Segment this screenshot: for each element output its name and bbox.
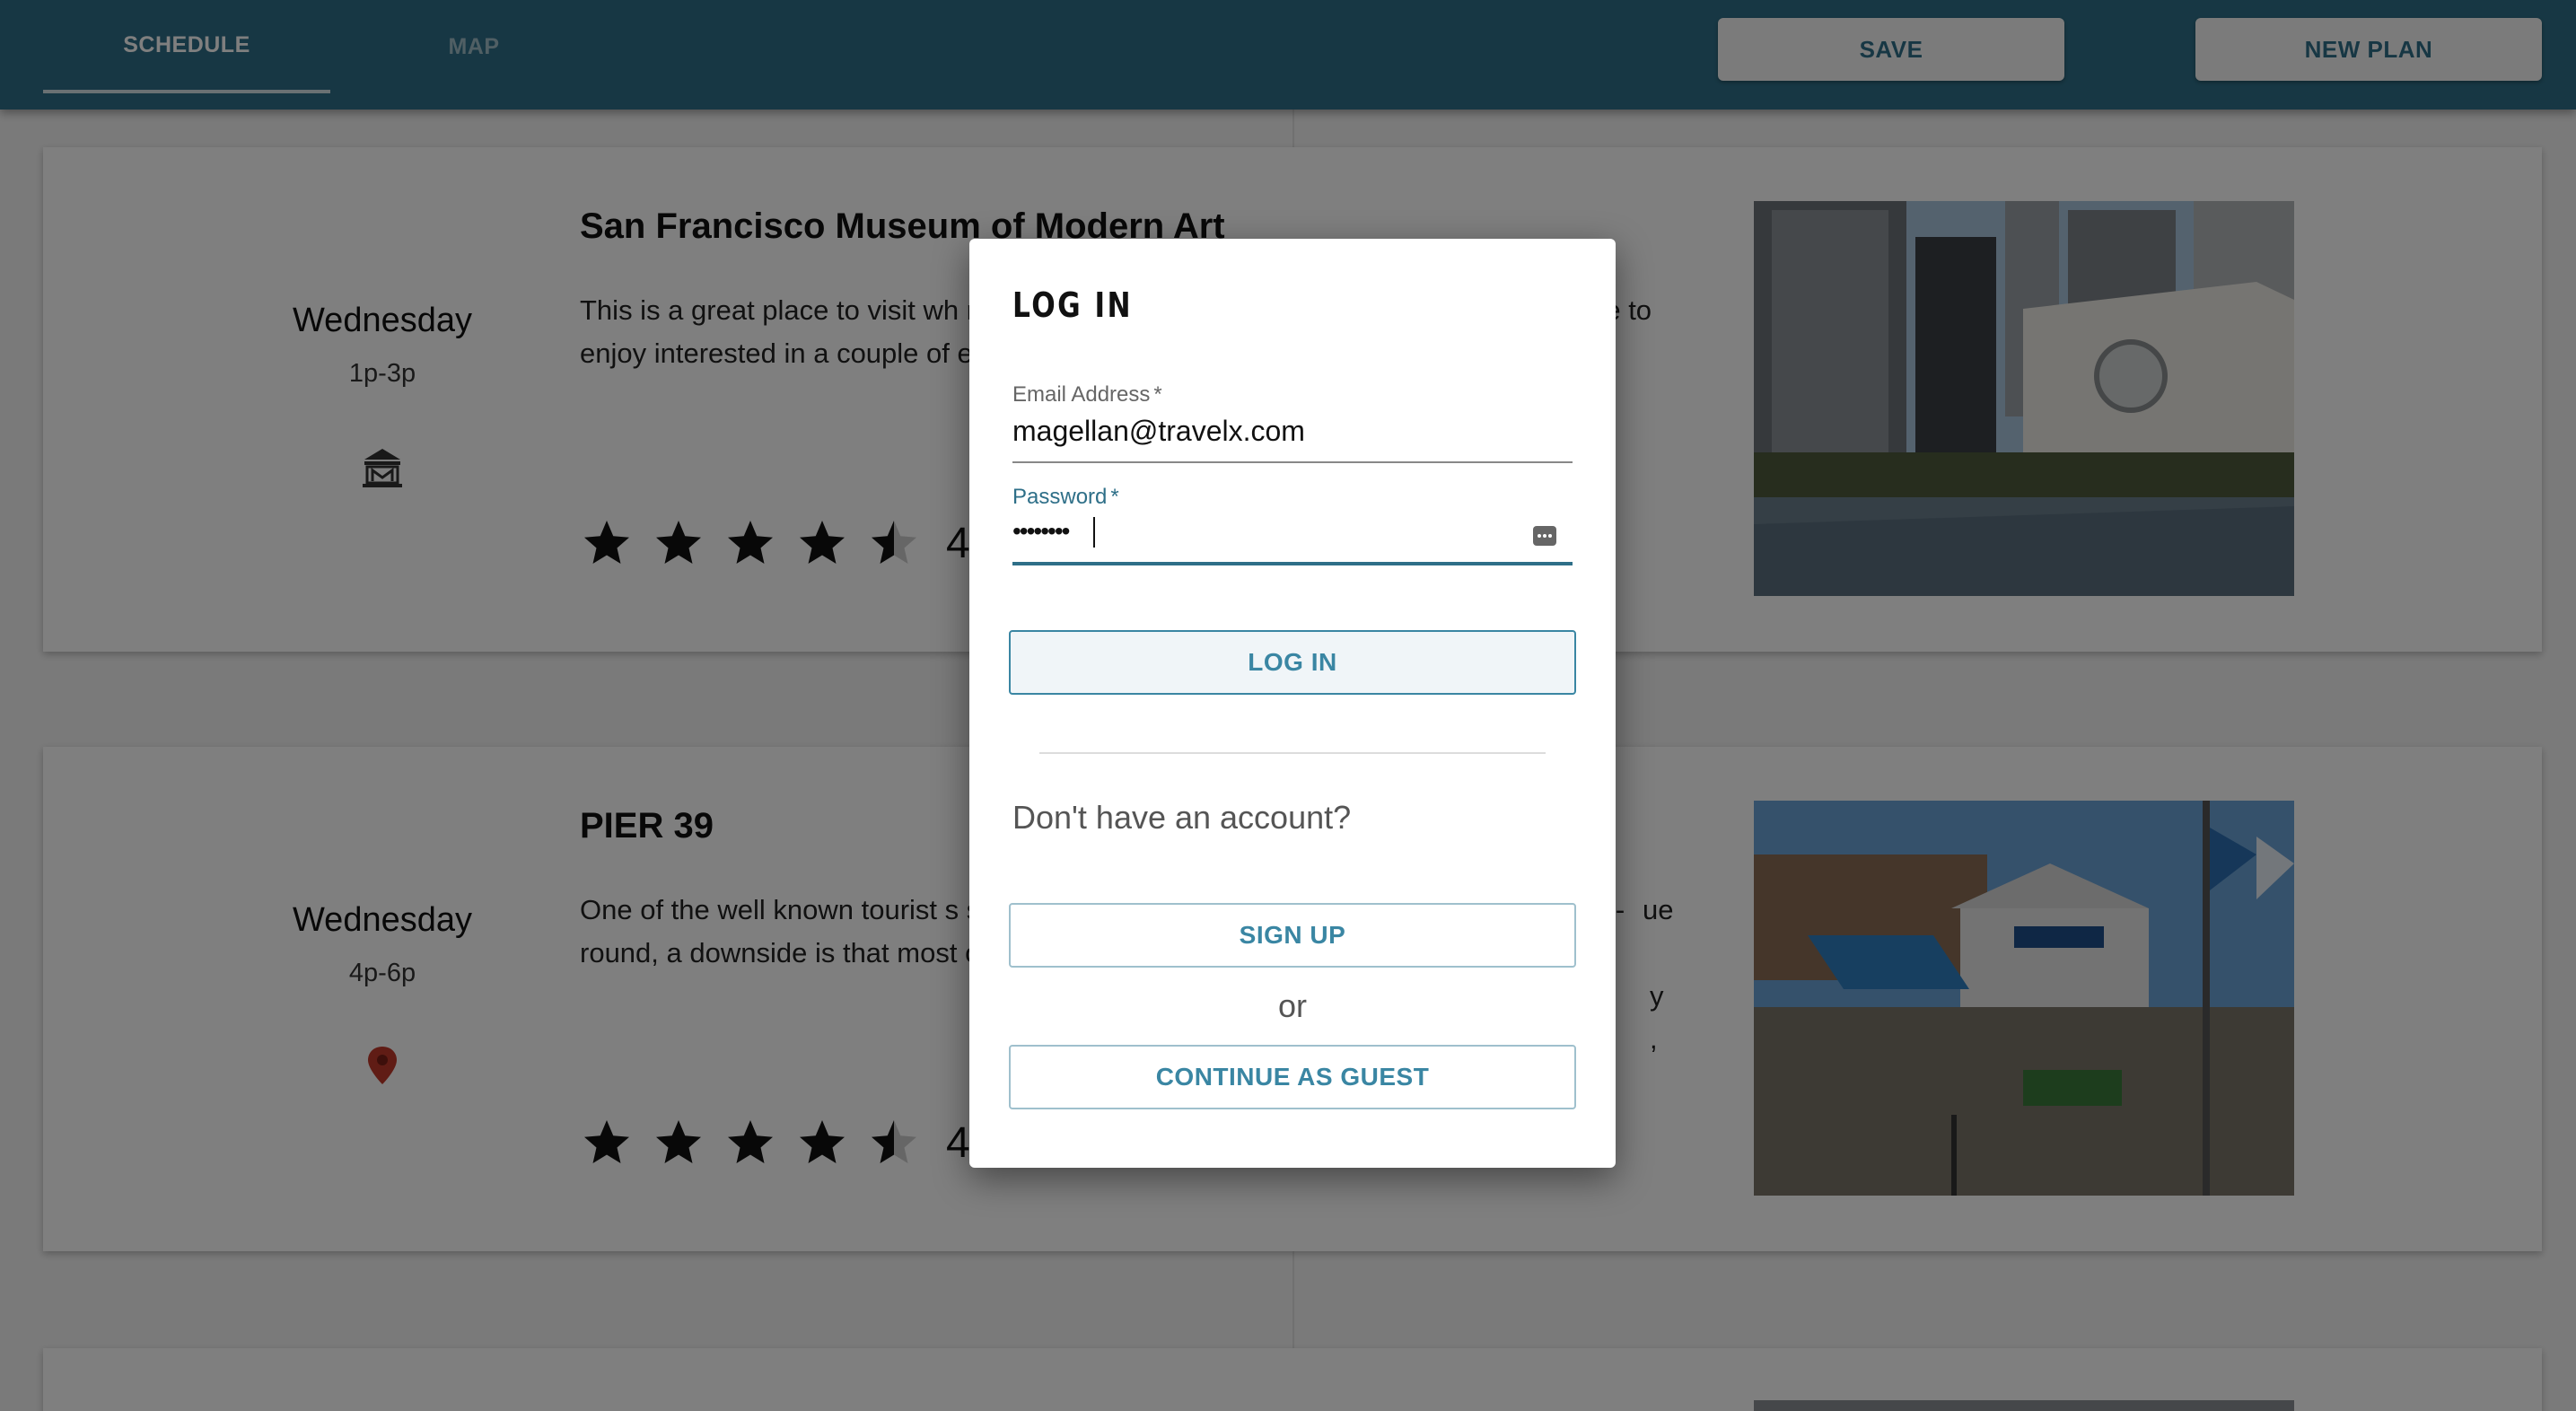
required-mark: * [1153,382,1162,407]
or-separator: or [1277,987,1307,1024]
password-field[interactable]: •••••••• [1012,517,1070,546]
login-dialog: LOG IN Email Address* Password* ••••••••… [969,239,1616,1168]
dialog-title: LOG IN [1012,285,1134,325]
required-mark: * [1110,485,1119,509]
email-field[interactable] [1012,415,1569,448]
sign-up-button[interactable]: SIGN UP [1009,903,1576,968]
password-label-text: Password [1012,485,1108,509]
no-account-text: Don't have an account? [1012,799,1352,836]
password-underline [1012,562,1573,565]
password-manager-icon[interactable] [1531,522,1558,549]
email-label: Email Address * [1012,382,1162,408]
continue-as-guest-button[interactable]: CONTINUE AS GUEST [1009,1045,1576,1109]
login-button[interactable]: LOG IN [1009,630,1576,695]
email-underline [1012,461,1573,463]
divider [1039,752,1546,754]
password-label: Password * [1012,485,1119,510]
text-caret [1093,517,1095,548]
email-label-text: Email Address [1012,382,1151,407]
